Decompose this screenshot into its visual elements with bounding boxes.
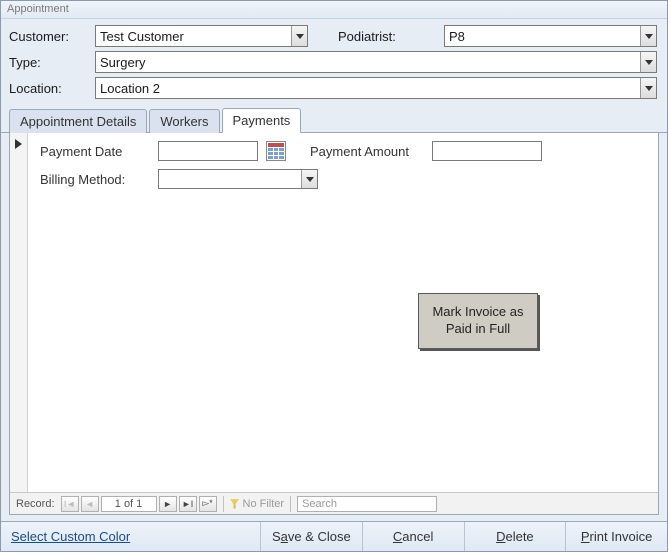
podiatrist-value: P8 bbox=[449, 29, 465, 44]
recnav-label: Record: bbox=[12, 498, 59, 510]
payment-amount-input[interactable] bbox=[432, 141, 542, 161]
mark-paid-button[interactable]: Mark Invoice as Paid in Full bbox=[418, 293, 538, 349]
current-record-icon bbox=[15, 139, 22, 149]
footer-bar: Select Custom Color Save & Close Cancel … bbox=[1, 521, 667, 551]
payment-date-input[interactable] bbox=[158, 141, 258, 161]
cancel-button[interactable]: Cancel bbox=[363, 522, 465, 551]
nav-last-button[interactable]: ►I bbox=[179, 496, 197, 512]
window-title: Appointment bbox=[1, 1, 667, 19]
chevron-down-icon[interactable] bbox=[640, 26, 656, 46]
save-close-button[interactable]: Save & Close bbox=[261, 522, 363, 551]
podiatrist-label: Podiatrist: bbox=[338, 29, 438, 44]
payment-amount-label: Payment Amount bbox=[294, 144, 424, 159]
record-selector[interactable] bbox=[10, 133, 28, 492]
chevron-down-icon[interactable] bbox=[291, 26, 307, 46]
tab-content-payments: Payment Date Payment Amount Billing Meth… bbox=[9, 133, 659, 515]
delete-button[interactable]: Delete bbox=[465, 522, 567, 551]
type-value: Surgery bbox=[100, 55, 146, 70]
nav-prev-button[interactable]: ◄ bbox=[81, 496, 99, 512]
chevron-down-icon[interactable] bbox=[640, 78, 656, 98]
filter-status[interactable]: No Filter bbox=[230, 498, 285, 510]
nav-next-button[interactable]: ► bbox=[159, 496, 177, 512]
tab-workers[interactable]: Workers bbox=[149, 109, 219, 133]
appointment-window: Appointment Customer: Test Customer Podi… bbox=[0, 0, 668, 552]
type-combo[interactable]: Surgery bbox=[95, 51, 657, 73]
customer-value: Test Customer bbox=[100, 29, 184, 44]
billing-method-label: Billing Method: bbox=[40, 172, 150, 187]
tab-bar: Appointment Details Workers Payments bbox=[1, 107, 667, 133]
funnel-icon bbox=[230, 499, 240, 509]
nav-first-button[interactable]: I◄ bbox=[61, 496, 79, 512]
record-navigator: Record: I◄ ◄ 1 of 1 ► ►I ▻* No Filter Se… bbox=[10, 492, 658, 514]
select-custom-color-button[interactable]: Select Custom Color bbox=[1, 522, 261, 551]
podiatrist-combo[interactable]: P8 bbox=[444, 25, 657, 47]
payment-date-label: Payment Date bbox=[40, 144, 150, 159]
header-form: Customer: Test Customer Podiatrist: P8 T… bbox=[1, 19, 667, 107]
chevron-down-icon[interactable] bbox=[640, 52, 656, 72]
location-combo[interactable]: Location 2 bbox=[95, 77, 657, 99]
payments-subform: Payment Date Payment Amount Billing Meth… bbox=[10, 133, 658, 492]
type-label: Type: bbox=[9, 55, 89, 70]
nav-new-button[interactable]: ▻* bbox=[199, 496, 217, 512]
calendar-icon[interactable] bbox=[266, 141, 286, 161]
tab-appointment-details[interactable]: Appointment Details bbox=[9, 109, 147, 133]
print-invoice-button[interactable]: Print Invoice bbox=[566, 522, 667, 551]
customer-combo[interactable]: Test Customer bbox=[95, 25, 308, 47]
search-input[interactable]: Search bbox=[297, 496, 437, 512]
location-label: Location: bbox=[9, 81, 89, 96]
customer-label: Customer: bbox=[9, 29, 89, 44]
billing-method-combo[interactable] bbox=[158, 169, 318, 189]
record-position[interactable]: 1 of 1 bbox=[101, 496, 157, 512]
location-value: Location 2 bbox=[100, 81, 160, 96]
chevron-down-icon[interactable] bbox=[301, 170, 317, 188]
tab-payments[interactable]: Payments bbox=[222, 108, 302, 133]
